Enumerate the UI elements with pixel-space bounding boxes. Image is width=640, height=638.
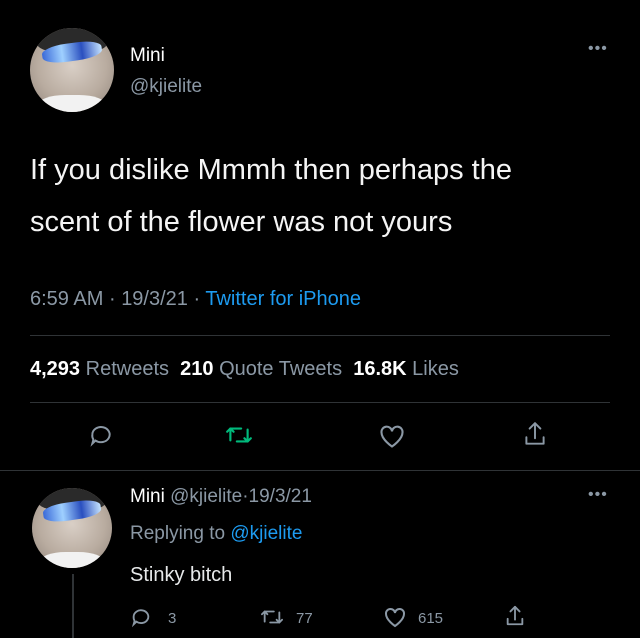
share-icon[interactable] <box>522 420 548 448</box>
reply-header: Mini @kjielite·19/3/21 <box>130 486 312 508</box>
reply-more-options-icon[interactable]: ••• <box>588 486 608 504</box>
reply-author-avatar[interactable] <box>32 488 112 568</box>
replying-to-handle[interactable]: @kjielite <box>230 523 302 544</box>
reply-like-icon[interactable] <box>383 606 407 628</box>
author-name[interactable]: Mini <box>130 45 165 67</box>
reply-text: Stinky bitch <box>130 564 233 586</box>
reply-date[interactable]: 19/3/21 <box>249 486 312 507</box>
quotes-stat[interactable]: 210 Quote Tweets <box>180 358 342 380</box>
divider <box>30 402 610 403</box>
reply-reply-icon[interactable] <box>130 606 152 628</box>
tweet-text-line-1: If you dislike Mmmh then perhaps the <box>30 154 512 186</box>
replying-to-prefix: Replying to <box>130 523 226 544</box>
tweet-date[interactable]: 19/3/21 <box>121 288 188 310</box>
retweet-icon[interactable] <box>225 422 253 448</box>
reply-author-handle[interactable]: @kjielite <box>170 486 242 507</box>
retweets-count: 4,293 <box>30 358 81 380</box>
likes-stat[interactable]: 16.8K Likes <box>353 358 459 380</box>
quotes-label: Quote Tweets <box>219 358 343 380</box>
thread-line <box>72 574 74 638</box>
more-options-icon[interactable]: ••• <box>588 40 608 58</box>
divider <box>0 470 640 471</box>
reply-retweet-count: 77 <box>296 610 313 627</box>
meta-separator: · <box>108 288 116 310</box>
author-handle[interactable]: @kjielite <box>130 76 202 98</box>
reply-author-name[interactable]: Mini <box>130 486 165 507</box>
engagement-stats: 4,293 Retweets 210 Quote Tweets 16.8K Li… <box>30 358 459 381</box>
reply-icon[interactable] <box>88 422 114 448</box>
reply-share-icon[interactable] <box>504 604 526 628</box>
divider <box>30 335 610 336</box>
tweet-text-line-2: scent of the flower was not yours <box>30 206 453 238</box>
author-avatar[interactable] <box>30 28 114 112</box>
tweet-source[interactable]: Twitter for iPhone <box>205 288 361 310</box>
reply-reply-count: 3 <box>168 610 177 627</box>
likes-label: Likes <box>412 358 459 380</box>
tweet-meta: 6:59 AM · 19/3/21 · Twitter for iPhone <box>30 288 361 311</box>
retweets-label: Retweets <box>85 358 169 380</box>
meta-separator: · <box>193 288 201 310</box>
retweets-stat[interactable]: 4,293 Retweets <box>30 358 169 380</box>
quotes-count: 210 <box>180 358 214 380</box>
reply-retweet-icon[interactable] <box>260 606 284 628</box>
likes-count: 16.8K <box>353 358 407 380</box>
reply-like-count: 615 <box>418 610 444 627</box>
tweet-time[interactable]: 6:59 AM <box>30 288 103 310</box>
like-icon[interactable] <box>378 423 406 449</box>
replying-to: Replying to @kjielite <box>130 523 302 545</box>
